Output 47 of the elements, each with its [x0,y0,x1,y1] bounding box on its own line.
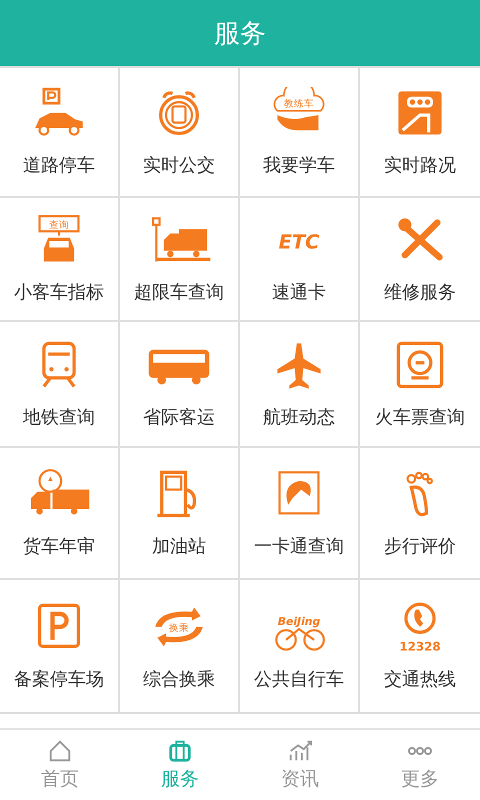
bus-icon [148,350,210,384]
traffic-light-icon [398,91,442,135]
service-tile[interactable]: 航班动态 [240,322,360,448]
service-tile[interactable]: 查询 小客车指标 [0,198,120,322]
icon-text: ETC [278,230,320,254]
service-tile[interactable]: BeiJing 公共自行车 [240,580,360,712]
service-tile[interactable]: 实时路况 [360,68,480,198]
service-tile[interactable]: 超限车查询 [120,198,240,322]
service-tile[interactable]: ETC 速通卡 [240,198,360,322]
arrows-cycle-icon [155,607,203,646]
service-tile[interactable]: 步行评价 [360,448,480,580]
car-sign-icon [38,215,80,262]
train-sign-icon [396,342,444,388]
service-tile[interactable]: 维修服务 [360,198,480,322]
truck-stamp-icon [30,469,90,514]
service-tile[interactable]: 省际客运 [120,322,240,448]
more-icon [406,746,434,756]
service-tile[interactable]: 换乘 综合换乘 [120,580,240,712]
icon-text: 教练车 [284,98,314,110]
hand-cloud-icon [274,87,324,130]
service-tile[interactable]: 货车年审 [0,448,120,580]
tools-icon [398,218,443,260]
footprint-icon [406,472,433,516]
bus-clock-icon [159,91,199,136]
fuel-pump-icon [156,470,196,518]
service-tile[interactable]: 加油站 [120,448,240,580]
service-tile[interactable]: 备案停车场 [0,580,120,712]
service-tile[interactable]: 实时公交 [120,68,240,198]
service-tile[interactable]: 地铁查询 [0,322,120,448]
service-tile[interactable]: 一卡通查询 [240,448,360,580]
service-tile[interactable]: 道路停车 [0,68,120,198]
parking-car-icon [35,88,83,136]
service-tile[interactable]: 教练车 我要学车 [240,68,360,198]
train-icon [42,342,76,388]
icon-text: 查询 [49,220,69,232]
truck-icon [152,217,210,263]
page-title: 服务 [214,18,266,50]
service-tile[interactable]: 火车票查询 [360,322,480,448]
icon-text: 换乘 [169,623,189,634]
phone-icon [404,602,436,634]
icon-text: 12328 [399,640,441,654]
card-icon [278,471,320,514]
plane-icon [277,343,321,389]
icon-text: BeiJing [278,614,320,628]
parking-icon [38,604,80,648]
bicycle-icon [275,628,325,651]
service-tile[interactable]: 12328 交通热线 [360,580,480,712]
